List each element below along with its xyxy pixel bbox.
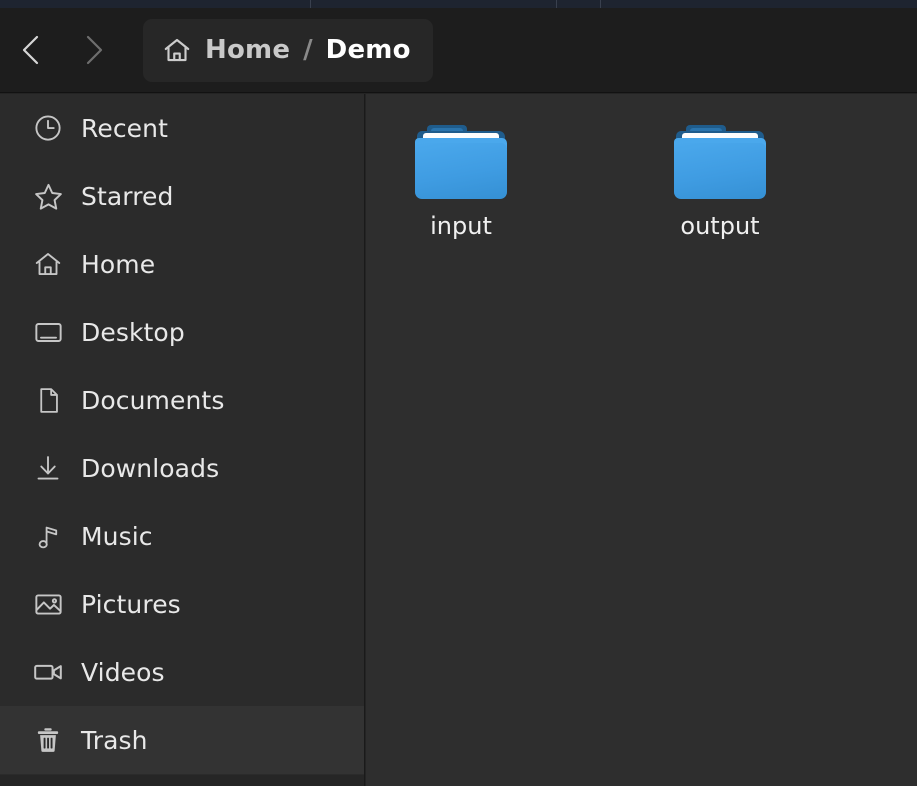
- sidebar-item-label: Pictures: [81, 590, 181, 619]
- sidebar-bottom-strip: [0, 775, 365, 786]
- file-item-output[interactable]: output: [655, 109, 785, 240]
- sidebar-item-label: Home: [81, 250, 155, 279]
- sidebar-item-trash[interactable]: Trash: [0, 706, 364, 774]
- star-icon: [30, 178, 66, 214]
- sidebar-item-label: Desktop: [81, 318, 185, 347]
- back-button[interactable]: [0, 8, 62, 93]
- file-grid: input output: [366, 94, 917, 240]
- sidebar-item-home[interactable]: Home: [0, 230, 364, 298]
- download-icon: [30, 450, 66, 486]
- video-camera-icon: [30, 654, 66, 690]
- clock-icon: [30, 110, 66, 146]
- background-window-sliver: [0, 0, 917, 8]
- sidebar-item-pictures[interactable]: Pictures: [0, 570, 364, 638]
- sidebar-item-music[interactable]: Music: [0, 502, 364, 570]
- file-grid-view[interactable]: input output: [366, 94, 917, 786]
- breadcrumb: Home / Demo: [143, 19, 433, 82]
- sidebar-item-label: Videos: [81, 658, 165, 687]
- breadcrumb-item-home[interactable]: Home: [205, 35, 290, 65]
- sidebar-item-downloads[interactable]: Downloads: [0, 434, 364, 502]
- chevron-left-icon: [18, 32, 44, 68]
- file-label: output: [680, 212, 759, 240]
- forward-button[interactable]: [62, 8, 124, 93]
- folder-icon: [415, 119, 507, 199]
- sidebar: Recent Starred Home: [0, 94, 365, 786]
- sidebar-item-label: Documents: [81, 386, 224, 415]
- home-icon: [161, 34, 193, 66]
- sidebar-item-videos[interactable]: Videos: [0, 638, 364, 706]
- sidebar-item-label: Recent: [81, 114, 168, 143]
- desktop-icon: [30, 314, 66, 350]
- trash-icon: [30, 722, 66, 758]
- sidebar-item-documents[interactable]: Documents: [0, 366, 364, 434]
- header-bar: Home / Demo: [0, 8, 917, 93]
- sidebar-item-label: Starred: [81, 182, 174, 211]
- breadcrumb-separator: /: [303, 35, 313, 65]
- sidebar-item-label: Downloads: [81, 454, 219, 483]
- image-icon: [30, 586, 66, 622]
- chevron-right-icon: [80, 32, 106, 68]
- sidebar-item-starred[interactable]: Starred: [0, 162, 364, 230]
- home-icon: [30, 246, 66, 282]
- document-icon: [30, 382, 66, 418]
- file-item-input[interactable]: input: [396, 109, 526, 240]
- folder-icon: [674, 119, 766, 199]
- sidebar-item-label: Music: [81, 522, 153, 551]
- sidebar-item-recent[interactable]: Recent: [0, 94, 364, 162]
- sidebar-item-desktop[interactable]: Desktop: [0, 298, 364, 366]
- file-label: input: [430, 212, 492, 240]
- breadcrumb-item-current[interactable]: Demo: [326, 35, 411, 65]
- sidebar-item-label: Trash: [81, 726, 148, 755]
- music-note-icon: [30, 518, 66, 554]
- files-window: Dockerfile sshd_config Remote-Desktop Do…: [0, 0, 917, 786]
